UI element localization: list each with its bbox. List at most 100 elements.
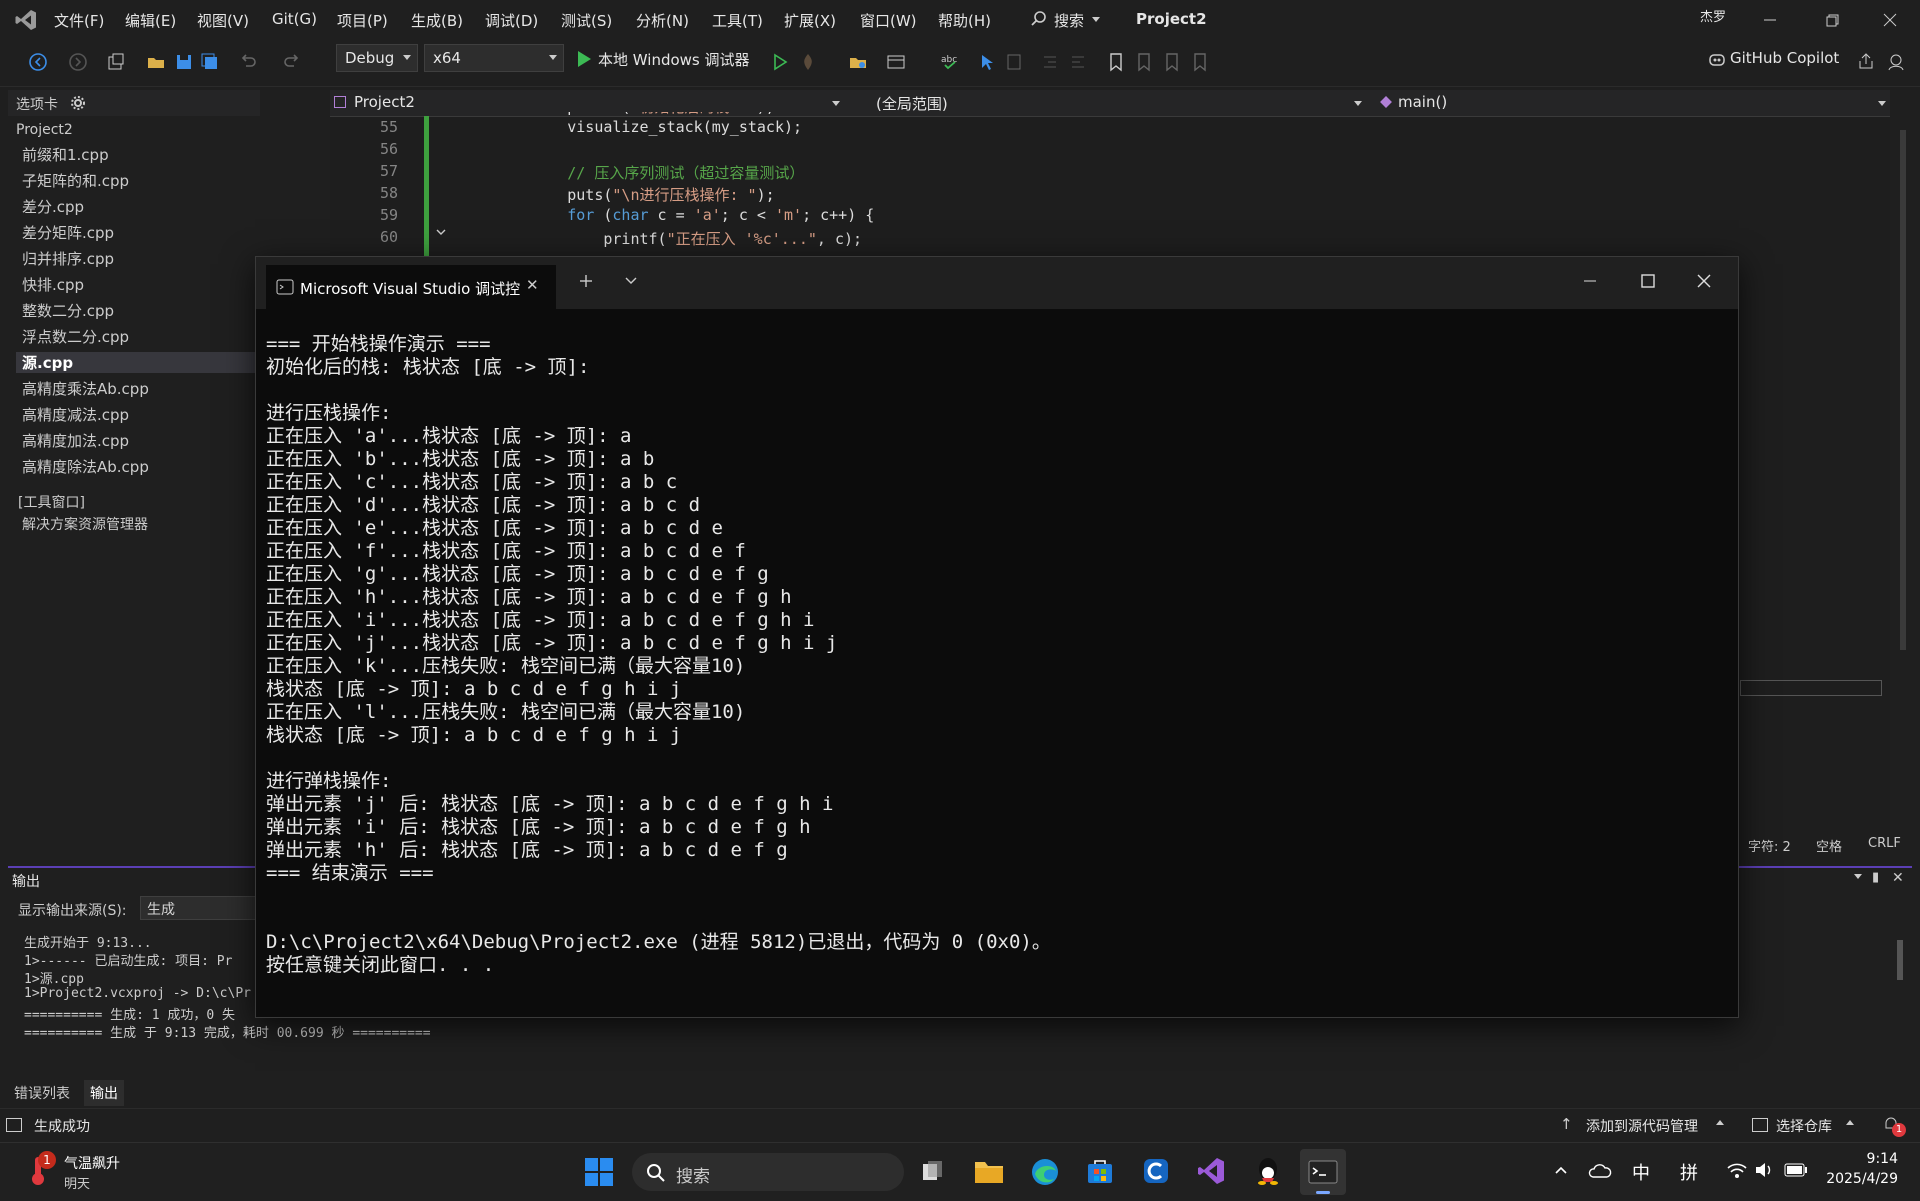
line-ending[interactable]: CRLF (1868, 836, 1901, 851)
back-icon[interactable] (28, 52, 48, 72)
menu-item[interactable]: 生成(B) (411, 10, 463, 31)
close-icon[interactable]: ✕ (1892, 870, 1904, 886)
taskbar-search[interactable]: 搜索 (632, 1153, 904, 1191)
tab-dropdown-icon[interactable] (624, 275, 638, 287)
code-line[interactable]: 56 (330, 140, 1830, 162)
console-title-bar[interactable]: Microsoft Visual Studio 调试控 ✕ (256, 257, 1738, 309)
layout-icon[interactable] (886, 52, 906, 72)
open-folder-icon[interactable] (146, 52, 166, 72)
menu-item[interactable]: 项目(P) (337, 10, 388, 31)
run-without-debug-icon[interactable] (770, 52, 790, 72)
sidebar-file-item[interactable]: 差分矩阵.cpp (22, 222, 114, 243)
chevron-up-icon[interactable] (1554, 1165, 1568, 1175)
battery-icon[interactable] (1784, 1163, 1808, 1177)
start-debugging-button[interactable]: 本地 Windows 调试器 (574, 46, 774, 72)
gear-icon[interactable] (70, 95, 86, 111)
menu-item[interactable]: 窗口(W) (860, 10, 917, 31)
save-all-icon[interactable] (200, 52, 220, 72)
output-vertical-scrollbar[interactable] (1894, 928, 1906, 1048)
qq-icon[interactable] (1254, 1156, 1282, 1186)
clock-date[interactable]: 2025/4/29 (1812, 1171, 1898, 1187)
code-line[interactable]: 58 puts("\n进行压栈操作: "); (330, 184, 1830, 206)
collapse-icon[interactable] (435, 226, 447, 238)
code-line[interactable]: 60 printf("正在压入 '%c'...", c); (330, 228, 1830, 250)
select-repo-button[interactable]: 选择仓库 (1776, 1116, 1832, 1136)
code-line[interactable]: 57 // 压入序列测试（超过容量测试） (330, 162, 1830, 184)
sidebar-file-item[interactable]: 高精度除法Ab.cpp (22, 456, 149, 477)
output-horizontal-scrollbar[interactable] (20, 1062, 1886, 1074)
close-tab-icon[interactable]: ✕ (526, 276, 539, 294)
menu-item[interactable]: 扩展(X) (784, 10, 836, 31)
ime-language[interactable]: 中 (1632, 1159, 1650, 1185)
close-button[interactable] (1880, 10, 1900, 30)
nav-scope[interactable]: (全局范围) (876, 93, 948, 114)
comment-icon[interactable] (1004, 52, 1024, 72)
volume-icon[interactable] (1754, 1161, 1776, 1179)
wifi-icon[interactable] (1726, 1161, 1748, 1179)
sidebar-file-item[interactable]: 前缀和1.cpp (22, 144, 109, 165)
solution-explorer-item[interactable]: 解决方案资源管理器 (22, 514, 148, 534)
ime-mode[interactable]: 拼 (1680, 1159, 1698, 1185)
user-avatar[interactable]: 杰罗 (1700, 6, 1726, 25)
undo-icon[interactable] (238, 52, 258, 72)
edge-icon[interactable] (1030, 1157, 1060, 1187)
minimize-button[interactable] (1760, 10, 1780, 30)
sidebar-file-item[interactable]: 高精度加法.cpp (22, 430, 129, 451)
menu-item[interactable]: Git(G) (272, 10, 317, 28)
visual-studio-logo-icon[interactable] (14, 8, 38, 32)
menu-item[interactable]: 编辑(E) (125, 10, 176, 31)
clear-bookmarks-icon[interactable] (1190, 52, 1210, 72)
redo-icon[interactable] (282, 52, 302, 72)
sidebar-file-item[interactable]: 高精度乘法Ab.cpp (22, 378, 149, 399)
code-line[interactable]: 59 for (char c = 'a'; c < 'm'; c++) { (330, 206, 1830, 228)
outdent-icon[interactable] (1068, 52, 1088, 72)
task-view-icon[interactable] (920, 1159, 946, 1185)
sidebar-file-item[interactable]: 快排.cpp (22, 274, 84, 295)
bookmark-icon[interactable] (1106, 52, 1126, 72)
nav-function[interactable]: main() (1398, 93, 1447, 111)
indent-icon[interactable] (1040, 52, 1060, 72)
sidebar-file-item[interactable]: 整数二分.cpp (22, 300, 114, 321)
platform-dropdown[interactable]: x64 (424, 44, 564, 72)
sidebar-file-item[interactable]: 高精度减法.cpp (22, 404, 129, 425)
github-copilot-button[interactable]: GitHub Copilot (1708, 46, 1848, 72)
app-blue-c-icon[interactable] (1142, 1157, 1170, 1185)
visual-studio-taskbar-icon[interactable] (1196, 1156, 1226, 1186)
debug-console-window[interactable]: Microsoft Visual Studio 调试控 ✕ === 开始栈操作演… (255, 256, 1739, 1018)
configuration-dropdown[interactable]: Debug (336, 44, 418, 72)
horizontal-scrollbar[interactable] (1740, 680, 1882, 696)
sidebar-file-item[interactable]: 浮点数二分.cpp (22, 326, 129, 347)
console-maximize-button[interactable] (1640, 273, 1656, 289)
forward-icon[interactable] (68, 52, 88, 72)
menu-item[interactable]: 调试(D) (485, 10, 538, 31)
new-tab-icon[interactable] (578, 273, 594, 289)
menu-item[interactable]: 视图(V) (197, 10, 249, 31)
sidebar-file-item[interactable]: 归并排序.cpp (22, 248, 114, 269)
menu-item[interactable]: 分析(N) (636, 10, 689, 31)
console-tab[interactable]: Microsoft Visual Studio 调试控 ✕ (266, 265, 556, 309)
vertical-scrollbar[interactable] (1896, 120, 1910, 660)
menu-item[interactable]: 工具(T) (712, 10, 763, 31)
terminal-taskbar-icon[interactable] (1300, 1149, 1346, 1195)
prev-bookmark-icon[interactable] (1134, 52, 1154, 72)
restore-button[interactable] (1822, 10, 1842, 30)
add-source-control-button[interactable]: 添加到源代码管理 (1586, 1116, 1698, 1136)
save-icon[interactable] (174, 52, 194, 72)
select-element-icon[interactable] (978, 52, 998, 72)
hot-reload-icon[interactable] (798, 52, 818, 72)
nav-project[interactable]: Project2 (354, 93, 415, 111)
menu-item[interactable]: 测试(S) (561, 10, 612, 31)
start-button[interactable] (584, 1157, 614, 1187)
browse-folder-icon[interactable] (848, 52, 868, 72)
console-output[interactable]: === 开始栈操作演示 === 初始化后的栈: 栈状态 [底 -> 顶]: 进行压栈… (256, 329, 1738, 1009)
menu-item[interactable]: 文件(F) (54, 10, 104, 31)
tool-window-group[interactable]: [工具窗口] (18, 492, 85, 512)
code-line[interactable]: 55 visualize_stack(my_stack); (330, 118, 1830, 140)
menu-item[interactable]: 帮助(H) (938, 10, 991, 31)
file-explorer-icon[interactable] (974, 1157, 1004, 1185)
weather-widget[interactable]: 1 气温飙升 明天 (24, 1149, 144, 1195)
clock-time[interactable]: 9:14 (1858, 1151, 1898, 1167)
console-close-button[interactable] (1696, 273, 1712, 289)
feedback-icon[interactable] (1886, 52, 1906, 72)
sidebar-file-item[interactable]: 子矩阵的和.cpp (22, 170, 129, 191)
